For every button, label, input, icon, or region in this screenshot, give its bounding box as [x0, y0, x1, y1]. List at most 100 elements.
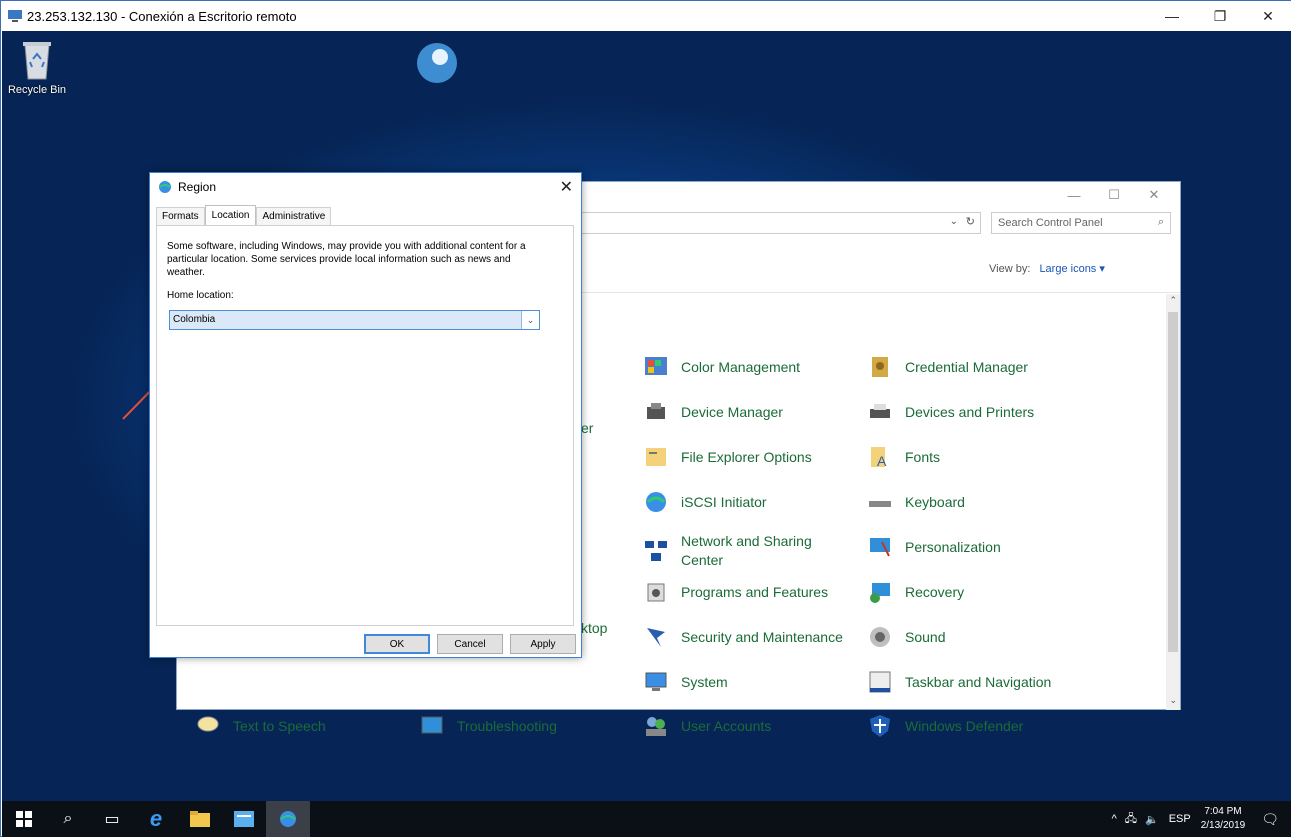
item-label: File Explorer Options [681, 449, 812, 465]
item-device-manager[interactable]: Device Manager [641, 397, 783, 427]
search-input[interactable]: Search Control Panel ⌕ [991, 212, 1171, 234]
item-file-explorer-options[interactable]: File Explorer Options [641, 442, 812, 472]
device-manager-icon [641, 397, 671, 427]
desktop: Recycle Bin — ☐ ✕ ⌄ ↻ Search Control Pan… [2, 31, 1291, 801]
dialog-close-button[interactable]: ✕ [560, 177, 573, 197]
item-fonts[interactable]: A Fonts [865, 442, 940, 472]
color-management-icon [641, 352, 671, 382]
item-label: iSCSI Initiator [681, 494, 767, 510]
item-label: Windows Defender [905, 718, 1024, 734]
item-label: System [681, 674, 728, 690]
item-network-sharing[interactable]: Network and Sharing Center [641, 532, 831, 570]
tab-administrative[interactable]: Administrative [256, 207, 332, 225]
item-personalization[interactable]: Personalization [865, 532, 1001, 562]
scroll-up-icon[interactable]: ⌃ [1169, 295, 1177, 306]
server-manager-icon [234, 811, 254, 827]
rdp-title: 23.253.132.130 - Conexión a Escritorio r… [27, 8, 297, 24]
users-icon [641, 711, 671, 741]
search-button[interactable]: ⌕ [46, 801, 90, 837]
item-label: Fonts [905, 449, 941, 465]
internet-explorer-icon: e [149, 806, 163, 831]
clock[interactable]: 7:04 PM 2/13/2019 [1201, 805, 1246, 833]
windows-logo-icon [16, 811, 32, 827]
scrollbar-thumb[interactable] [1168, 312, 1178, 652]
taskbar-ie[interactable]: e [134, 801, 178, 837]
restore-button[interactable]: ❐ [1196, 1, 1244, 31]
item-security-maintenance[interactable]: Security and Maintenance [641, 622, 843, 652]
item-label: Network and Sharing Center [681, 533, 812, 568]
partial-item-label[interactable]: ktop [581, 620, 607, 636]
cancel-button[interactable]: Cancel [437, 634, 503, 654]
item-user-accounts[interactable]: User Accounts [641, 711, 771, 741]
item-credential-manager[interactable]: Credential Manager [865, 352, 1028, 382]
item-taskbar-navigation[interactable]: Taskbar and Navigation [865, 667, 1051, 697]
minimize-button[interactable]: — [1148, 1, 1196, 31]
recovery-icon [865, 577, 895, 607]
svg-text:A: A [877, 453, 887, 469]
item-recovery[interactable]: Recovery [865, 577, 964, 607]
keyboard-icon [865, 487, 895, 517]
item-troubleshooting[interactable]: Troubleshooting [417, 711, 557, 741]
cp-minimize-button[interactable]: — [1054, 186, 1094, 204]
notifications-icon[interactable]: 🗨 [1261, 811, 1279, 828]
task-view-button[interactable]: ▭ [90, 801, 134, 837]
taskbar-region[interactable] [266, 801, 310, 837]
blurred-desktop-icon[interactable] [412, 39, 462, 109]
item-label: Keyboard [905, 494, 965, 510]
item-devices-printers[interactable]: Devices and Printers [865, 397, 1034, 427]
recycle-bin-icon [23, 42, 51, 80]
globe-icon [641, 487, 671, 517]
speaker-icon [865, 622, 895, 652]
cp-maximize-button[interactable]: ☐ [1094, 186, 1134, 204]
fonts-icon: A [865, 442, 895, 472]
home-location-select[interactable]: Colombia ⌄ [169, 310, 540, 330]
item-color-management[interactable]: Color Management [641, 352, 800, 382]
taskbar-file-explorer[interactable] [178, 801, 222, 837]
taskbar-server-manager[interactable] [222, 801, 266, 837]
item-label: Recovery [905, 584, 965, 600]
home-location-value: Colombia [173, 314, 216, 325]
region-dialog: Region ✕ Formats Location Administrative… [149, 172, 582, 658]
chevron-down-icon[interactable]: ⌄ [521, 311, 539, 329]
item-label: Color Management [681, 359, 801, 375]
item-windows-defender[interactable]: Windows Defender [865, 711, 1023, 741]
item-text-to-speech[interactable]: Text to Speech [193, 711, 326, 741]
recycle-bin-label: Recycle Bin [7, 84, 67, 96]
language-indicator[interactable]: ESP [1169, 813, 1191, 825]
personalization-icon [865, 532, 895, 562]
address-bar[interactable]: ⌄ ↻ [577, 212, 981, 234]
view-by-value: Large icons [1039, 263, 1097, 275]
region-globe-icon [159, 181, 171, 193]
item-label: Device Manager [681, 404, 783, 420]
item-keyboard[interactable]: Keyboard [865, 487, 965, 517]
network-icon [641, 536, 671, 566]
item-system[interactable]: System [641, 667, 728, 697]
recycle-bin[interactable]: Recycle Bin [2, 37, 72, 96]
search-placeholder: Search Control Panel [998, 217, 1103, 229]
item-label: Taskbar and Navigation [905, 674, 1052, 690]
start-button[interactable] [2, 801, 46, 837]
close-button[interactable]: ✕ [1244, 1, 1291, 31]
network-icon[interactable]: 🖧 [1125, 810, 1137, 829]
dialog-titlebar: Region [150, 173, 581, 201]
cp-close-button[interactable]: ✕ [1134, 186, 1174, 204]
dropdown-icon[interactable]: ⌄ [950, 216, 958, 227]
volume-icon[interactable]: 🔈 [1145, 813, 1159, 826]
item-iscsi-initiator[interactable]: iSCSI Initiator [641, 487, 767, 517]
chevron-up-icon[interactable]: ^ [1112, 813, 1117, 825]
tab-location[interactable]: Location [204, 205, 257, 225]
item-label: Personalization [905, 539, 1001, 555]
item-label: Programs and Features [681, 584, 829, 600]
item-label: User Accounts [681, 718, 772, 734]
refresh-icon[interactable]: ↻ [966, 215, 975, 228]
view-by-dropdown[interactable]: Large icons ▾ [1039, 263, 1104, 275]
item-sound[interactable]: Sound [865, 622, 945, 652]
printer-icon [865, 397, 895, 427]
partial-item-label[interactable]: er [581, 420, 593, 436]
ok-button[interactable]: OK [364, 634, 430, 654]
scroll-down-icon[interactable]: ⌄ [1169, 695, 1177, 706]
system-tray: ^ 🖧 🔈 ESP 7:04 PM 2/13/2019 🗨 [1112, 801, 1291, 837]
item-programs-features[interactable]: Programs and Features [641, 577, 828, 607]
apply-button[interactable]: Apply [510, 634, 576, 654]
tab-formats[interactable]: Formats [156, 207, 205, 225]
